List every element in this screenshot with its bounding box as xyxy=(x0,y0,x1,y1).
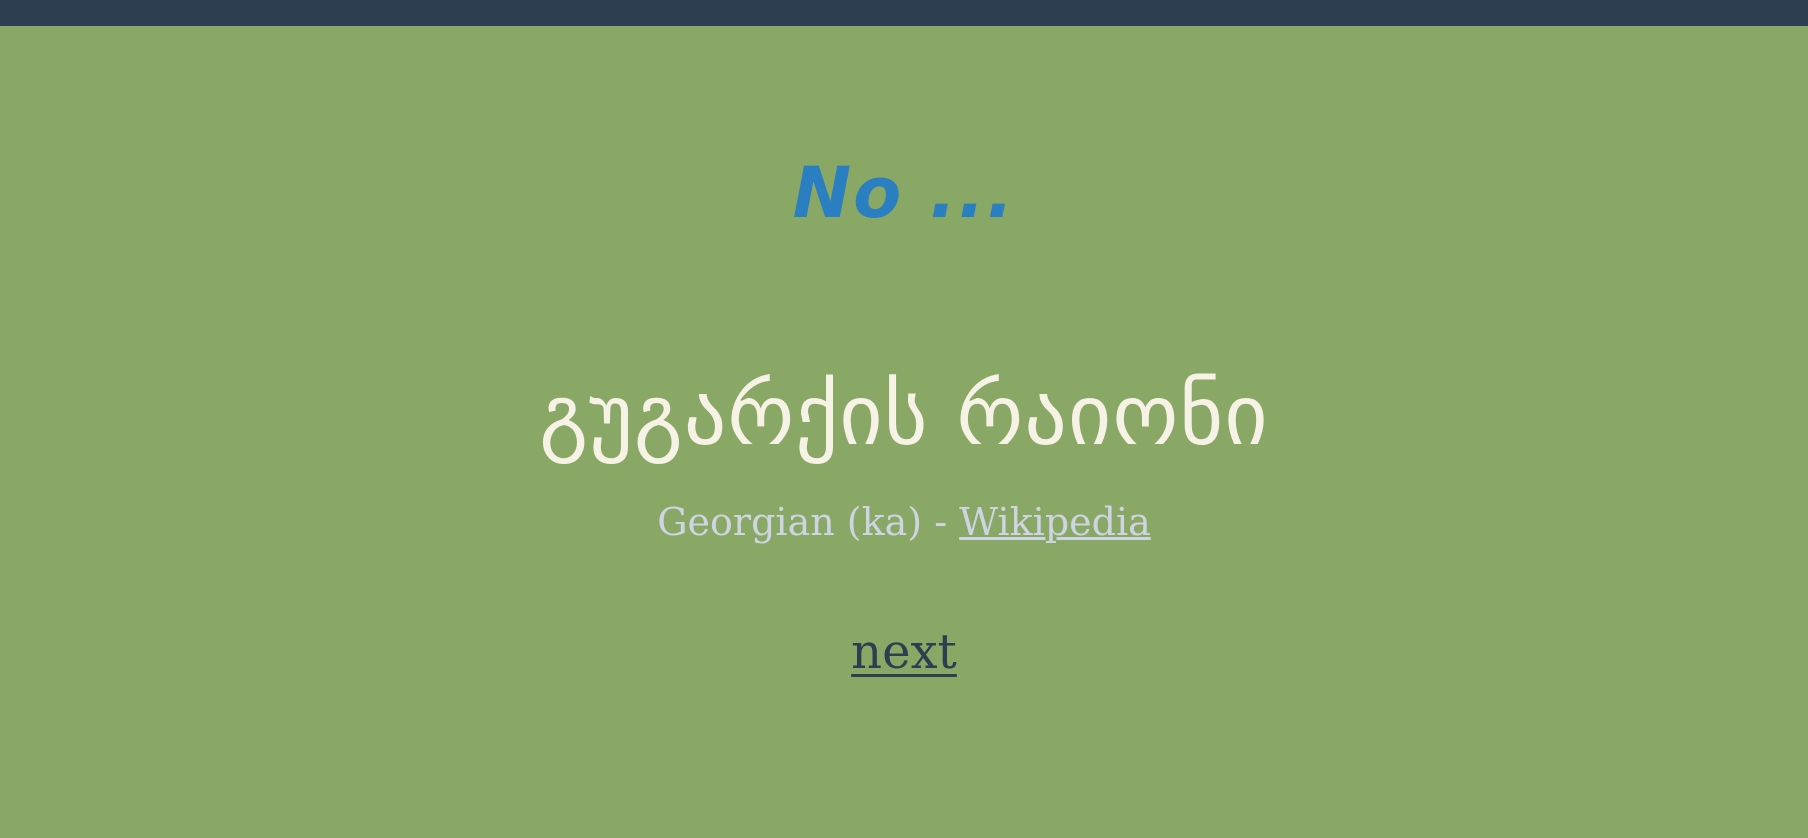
wikipedia-link[interactable]: Wikipedia xyxy=(959,500,1151,544)
translated-phrase: გუგარქის რაიონი xyxy=(539,366,1269,464)
language-source: Georgian (ka) - Wikipedia xyxy=(0,494,1808,550)
top-bar xyxy=(0,0,1808,26)
language-label: Georgian (ka) xyxy=(657,500,923,544)
page-heading: No ... xyxy=(792,152,1016,234)
next-link[interactable]: next xyxy=(851,624,957,680)
source-separator: - xyxy=(922,500,960,544)
next-container: next xyxy=(0,620,1808,684)
